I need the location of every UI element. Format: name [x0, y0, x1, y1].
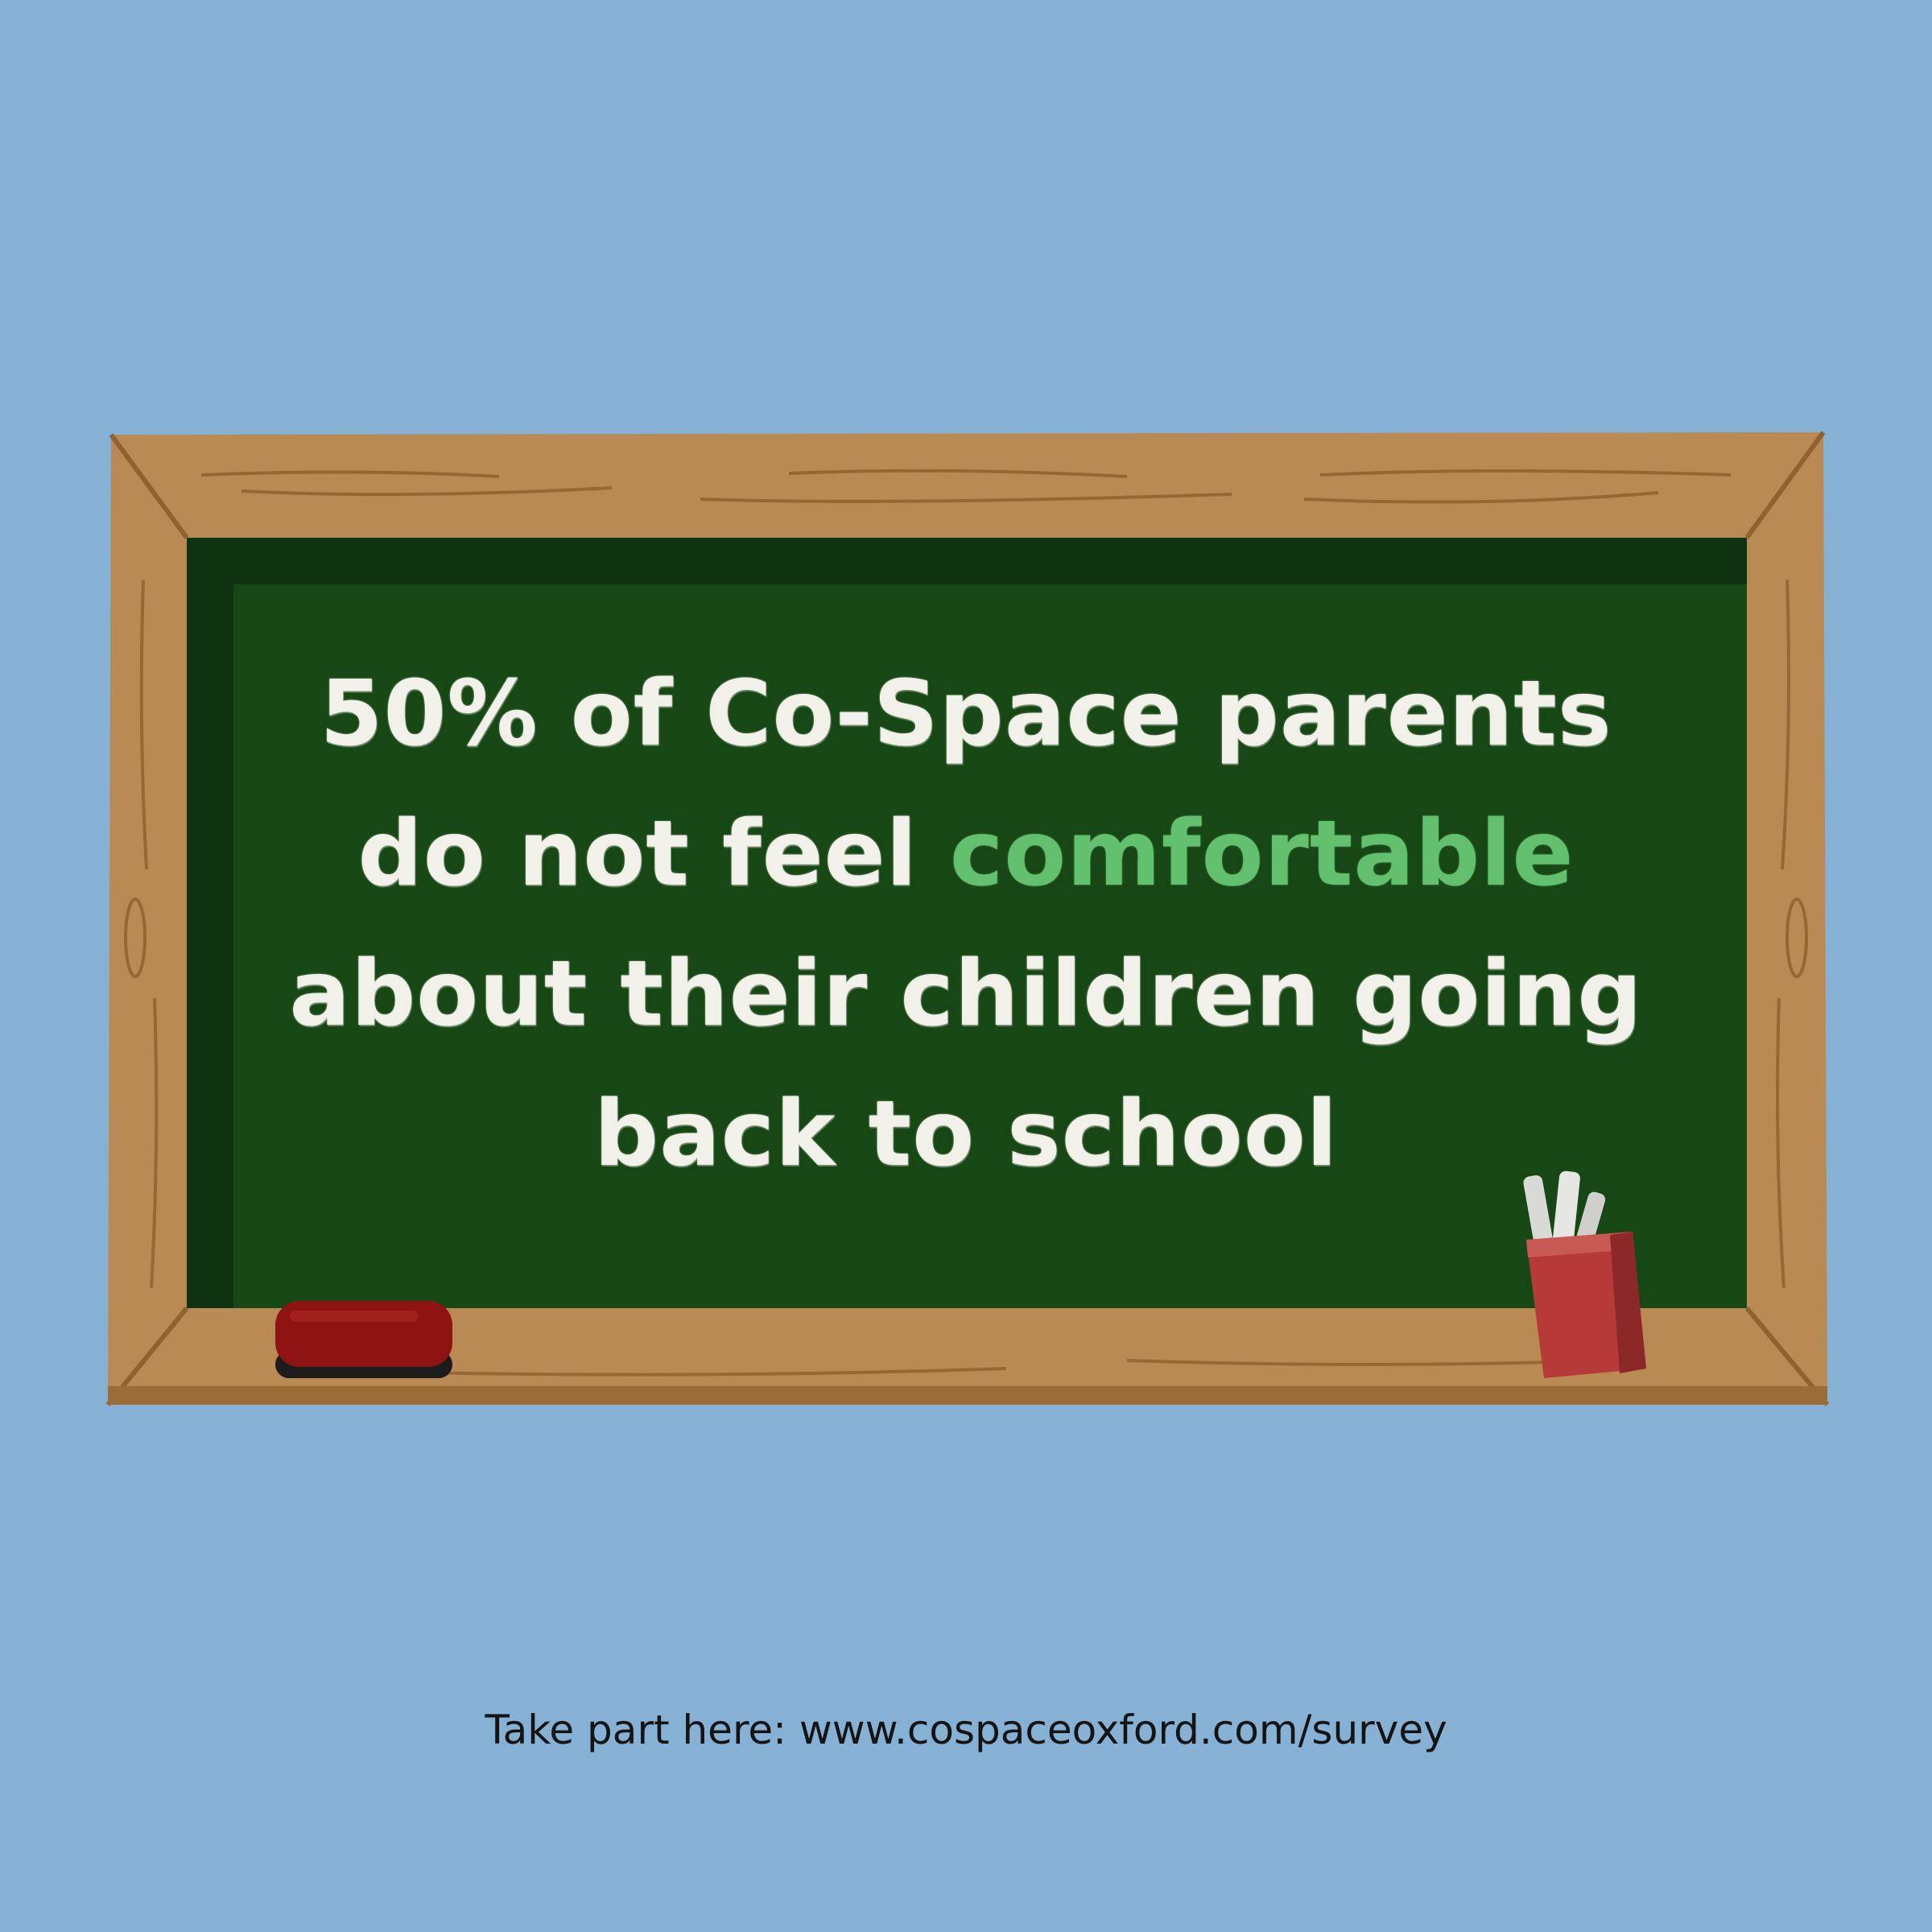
eraser-icon [275, 1301, 452, 1378]
poster: 50% of Co-Space parents do not feel comf… [0, 0, 1932, 1932]
message-line-1: 50% of Co-Space parents [320, 662, 1612, 766]
message-line-2: do not feel comfortable [242, 784, 1690, 924]
chalk-message: 50% of Co-Space parents do not feel comf… [242, 644, 1690, 1208]
message-highlight-word: comfortable [949, 802, 1575, 906]
message-line-2-prefix: do not feel [357, 802, 950, 906]
message-line-3: about their children going [289, 942, 1643, 1046]
survey-link-text[interactable]: Take part here: www.cospaceoxford.com/su… [0, 1707, 1932, 1753]
message-line-4: back to school [593, 1082, 1339, 1187]
